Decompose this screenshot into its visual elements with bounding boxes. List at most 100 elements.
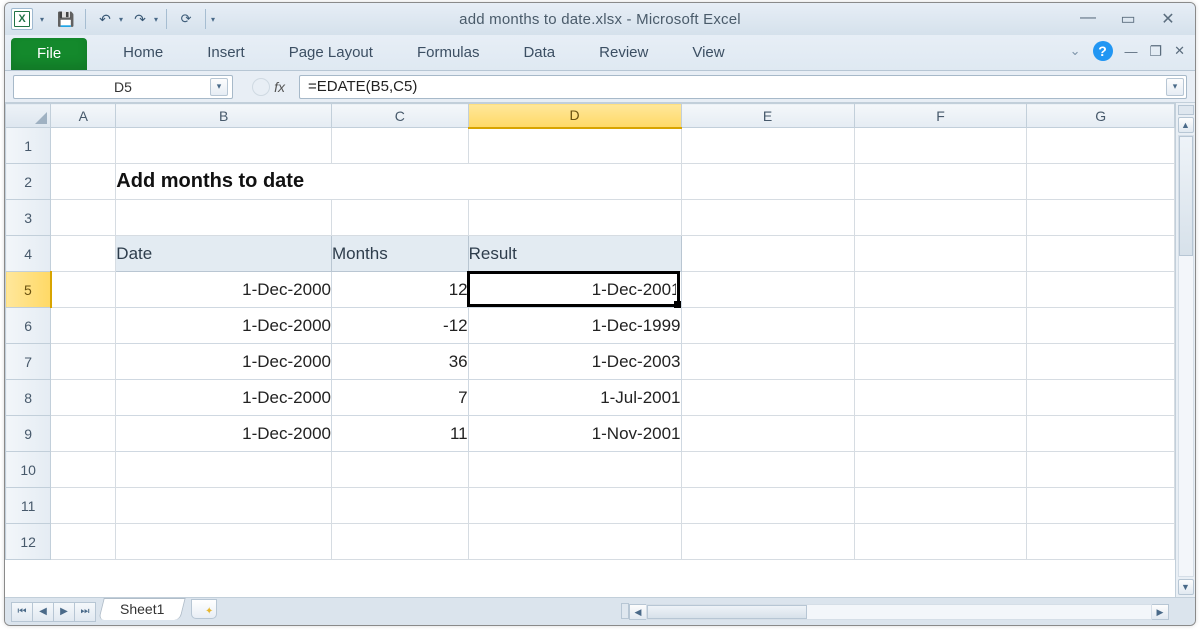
col-header-B[interactable]: B [116, 104, 332, 128]
cell-E5[interactable] [681, 272, 854, 308]
horizontal-scrollbar[interactable]: ◀ ▶ [629, 603, 1169, 621]
tab-home[interactable]: Home [101, 36, 185, 70]
cell-G9[interactable] [1027, 416, 1175, 452]
cell-B6[interactable]: 1-Dec-2000 [116, 308, 332, 344]
cell-D12[interactable] [468, 524, 681, 560]
cell-D7[interactable]: 1-Dec-2003 [468, 344, 681, 380]
split-box-icon[interactable] [1178, 105, 1194, 115]
row-header-6[interactable]: 6 [6, 308, 51, 344]
col-header-F[interactable]: F [854, 104, 1027, 128]
col-header-D[interactable]: D [468, 104, 681, 128]
tab-insert[interactable]: Insert [185, 36, 267, 70]
col-header-E[interactable]: E [681, 104, 854, 128]
undo-dropdown-icon[interactable]: ▾ [119, 15, 123, 24]
cell-A8[interactable] [51, 380, 116, 416]
fx-icon[interactable]: fx [274, 79, 285, 95]
cell-G7[interactable] [1027, 344, 1175, 380]
sheet-nav-prev[interactable]: ◀ [32, 602, 54, 622]
cell-F3[interactable] [854, 200, 1027, 236]
cell-E9[interactable] [681, 416, 854, 452]
cell-A9[interactable] [51, 416, 116, 452]
cell-A6[interactable] [51, 308, 116, 344]
vscroll-thumb[interactable] [1179, 136, 1193, 256]
cell-C8[interactable]: 7 [331, 380, 468, 416]
tab-review[interactable]: Review [577, 36, 670, 70]
cell-B9[interactable]: 1-Dec-2000 [116, 416, 332, 452]
scroll-up-button[interactable]: ▲ [1178, 117, 1194, 133]
cell-G8[interactable] [1027, 380, 1175, 416]
cell-G12[interactable] [1027, 524, 1175, 560]
cell-C3[interactable] [331, 200, 468, 236]
cell-C10[interactable] [331, 452, 468, 488]
cell-F6[interactable] [854, 308, 1027, 344]
vertical-scrollbar[interactable]: ▲ ▼ [1175, 103, 1195, 597]
cell-A4[interactable] [51, 236, 116, 272]
cell-E1[interactable] [681, 128, 854, 164]
workbook-minimize-button[interactable]: — [1125, 44, 1138, 59]
cell-D10[interactable] [468, 452, 681, 488]
sheet-nav-last[interactable]: ⏭ [74, 602, 96, 622]
cell-A3[interactable] [51, 200, 116, 236]
scroll-right-button[interactable]: ▶ [1151, 604, 1169, 620]
cell-D8[interactable]: 1-Jul-2001 [468, 380, 681, 416]
cell-A11[interactable] [51, 488, 116, 524]
tab-page-layout[interactable]: Page Layout [267, 36, 395, 70]
cell-D5[interactable]: 1-Dec-2001 [468, 272, 681, 308]
cell-B12[interactable] [116, 524, 332, 560]
cell-grid[interactable]: A B C D E F G 1 2Add months to date 3 4 … [5, 103, 1175, 597]
app-menu-dropdown-icon[interactable]: ▾ [37, 15, 47, 24]
cell-F7[interactable] [854, 344, 1027, 380]
hscroll-thumb[interactable] [647, 605, 807, 619]
cell-B4[interactable]: Date [116, 236, 332, 272]
col-header-C[interactable]: C [331, 104, 468, 128]
cell-F10[interactable] [854, 452, 1027, 488]
new-sheet-button[interactable] [191, 599, 217, 619]
formula-expand-icon[interactable]: ▾ [1166, 78, 1184, 96]
sheet-nav-first[interactable]: ⏮ [11, 602, 33, 622]
sheet-nav-next[interactable]: ▶ [53, 602, 75, 622]
cell-B11[interactable] [116, 488, 332, 524]
sheet-tab-active[interactable]: Sheet1 [98, 598, 186, 620]
excel-app-icon[interactable]: X [11, 8, 33, 30]
cell-C12[interactable] [331, 524, 468, 560]
cell-E12[interactable] [681, 524, 854, 560]
cell-D3[interactable] [468, 200, 681, 236]
cell-A1[interactable] [51, 128, 116, 164]
hscroll-track[interactable] [646, 604, 1152, 620]
cell-C1[interactable] [331, 128, 468, 164]
name-box[interactable]: D5 ▾ [13, 75, 233, 99]
cell-B3[interactable] [116, 200, 332, 236]
cell-G11[interactable] [1027, 488, 1175, 524]
workbook-restore-button[interactable]: ❐ [1150, 43, 1163, 60]
vscroll-track[interactable] [1178, 135, 1194, 577]
cell-C6[interactable]: -12 [331, 308, 468, 344]
cell-B8[interactable]: 1-Dec-2000 [116, 380, 332, 416]
scroll-down-button[interactable]: ▼ [1178, 579, 1194, 595]
tab-split-handle[interactable] [621, 603, 629, 619]
cancel-formula-icon[interactable] [252, 78, 270, 96]
refresh-button[interactable]: ⟳ [175, 8, 197, 30]
row-header-9[interactable]: 9 [6, 416, 51, 452]
cell-B10[interactable] [116, 452, 332, 488]
row-header-2[interactable]: 2 [6, 164, 51, 200]
row-header-5[interactable]: 5 [6, 272, 51, 308]
tab-view[interactable]: View [670, 36, 746, 70]
cell-F4[interactable] [854, 236, 1027, 272]
cell-G10[interactable] [1027, 452, 1175, 488]
cell-A10[interactable] [51, 452, 116, 488]
tab-formulas[interactable]: Formulas [395, 36, 502, 70]
close-button[interactable]: ✕ [1157, 9, 1179, 29]
redo-dropdown-icon[interactable]: ▾ [154, 15, 158, 24]
cell-D9[interactable]: 1-Nov-2001 [468, 416, 681, 452]
cell-E11[interactable] [681, 488, 854, 524]
cell-B5[interactable]: 1-Dec-2000 [116, 272, 332, 308]
save-button[interactable]: 💾 [55, 8, 77, 30]
row-header-1[interactable]: 1 [6, 128, 51, 164]
cell-F9[interactable] [854, 416, 1027, 452]
col-header-A[interactable]: A [51, 104, 116, 128]
cell-E8[interactable] [681, 380, 854, 416]
cell-G6[interactable] [1027, 308, 1175, 344]
maximize-button[interactable]: ▭ [1117, 9, 1139, 29]
cell-D1[interactable] [468, 128, 681, 164]
cell-C11[interactable] [331, 488, 468, 524]
